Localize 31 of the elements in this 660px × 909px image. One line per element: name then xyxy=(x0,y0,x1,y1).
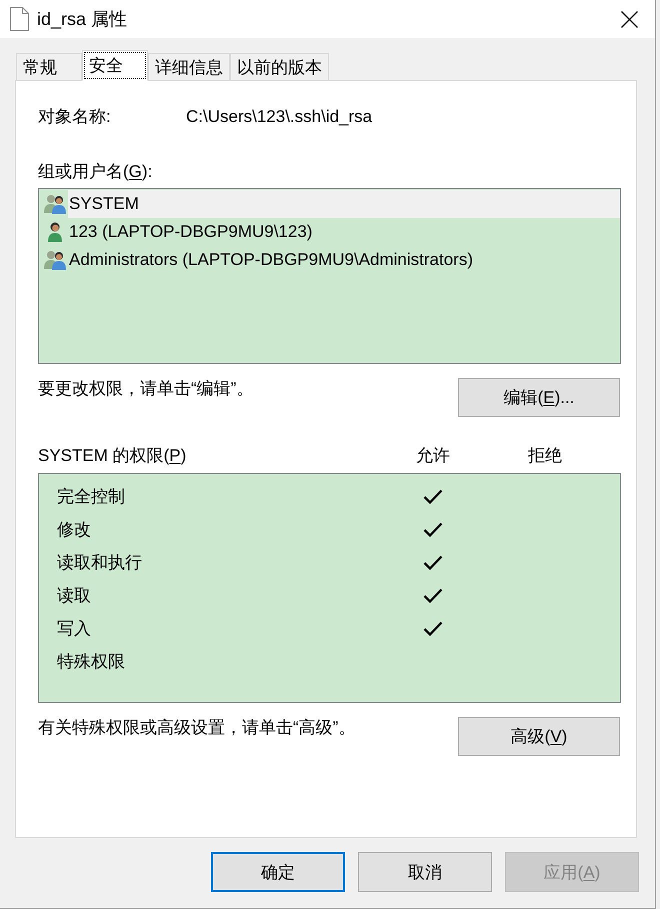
dialog-button[interactable]: 确定 xyxy=(211,852,345,892)
permission-name: 特殊权限 xyxy=(56,652,126,672)
permission-name: 读取 xyxy=(56,586,92,606)
users-icon xyxy=(44,194,66,214)
document-icon xyxy=(10,7,29,31)
permission-name: 完全控制 xyxy=(56,486,126,506)
tab[interactable]: 常规 xyxy=(16,53,82,81)
permission-name: 写入 xyxy=(56,618,92,638)
edit-button[interactable]: 编辑(E)... xyxy=(458,378,620,417)
close-icon xyxy=(620,10,638,28)
users-list-label: 组或用户名(G): xyxy=(38,162,152,182)
advanced-button[interactable]: 高级(V) xyxy=(458,717,620,756)
dialog-button[interactable]: 取消 xyxy=(358,852,492,892)
users-list[interactable]: SYSTEM 123 (LAPTOP-DBGP9MU9\123) Administrators (LAPTOP-DBGP9MU9\Administrators) xyxy=(38,188,621,364)
allow-column-header: 允许 xyxy=(415,446,451,466)
object-name-label: 对象名称: xyxy=(38,107,112,127)
permission-name: 读取和执行 xyxy=(56,552,143,572)
permissions-label: SYSTEM 的权限(P) xyxy=(38,446,188,466)
tab[interactable]: 详细信息 xyxy=(148,53,230,81)
users-icon xyxy=(44,250,66,270)
list-item[interactable]: Administrators (LAPTOP-DBGP9MU9\Administrators) xyxy=(68,246,620,274)
object-name-value: C:\Users\123\.ssh\id_rsa xyxy=(186,107,372,127)
list-item[interactable]: SYSTEM xyxy=(68,190,620,218)
window-title: id_rsa 属性 xyxy=(37,8,128,31)
advanced-hint: 有关特殊权限或高级设置，请单击“高级”。 xyxy=(38,717,356,738)
tab[interactable]: 以前的版本 xyxy=(230,53,329,81)
edit-hint: 要更改权限，请单击“编辑”。 xyxy=(38,378,254,399)
deny-column-header: 拒绝 xyxy=(527,446,563,466)
permission-name: 修改 xyxy=(56,520,92,540)
tab[interactable]: 安全 xyxy=(82,50,148,81)
list-item[interactable]: 123 (LAPTOP-DBGP9MU9\123) xyxy=(68,218,620,246)
